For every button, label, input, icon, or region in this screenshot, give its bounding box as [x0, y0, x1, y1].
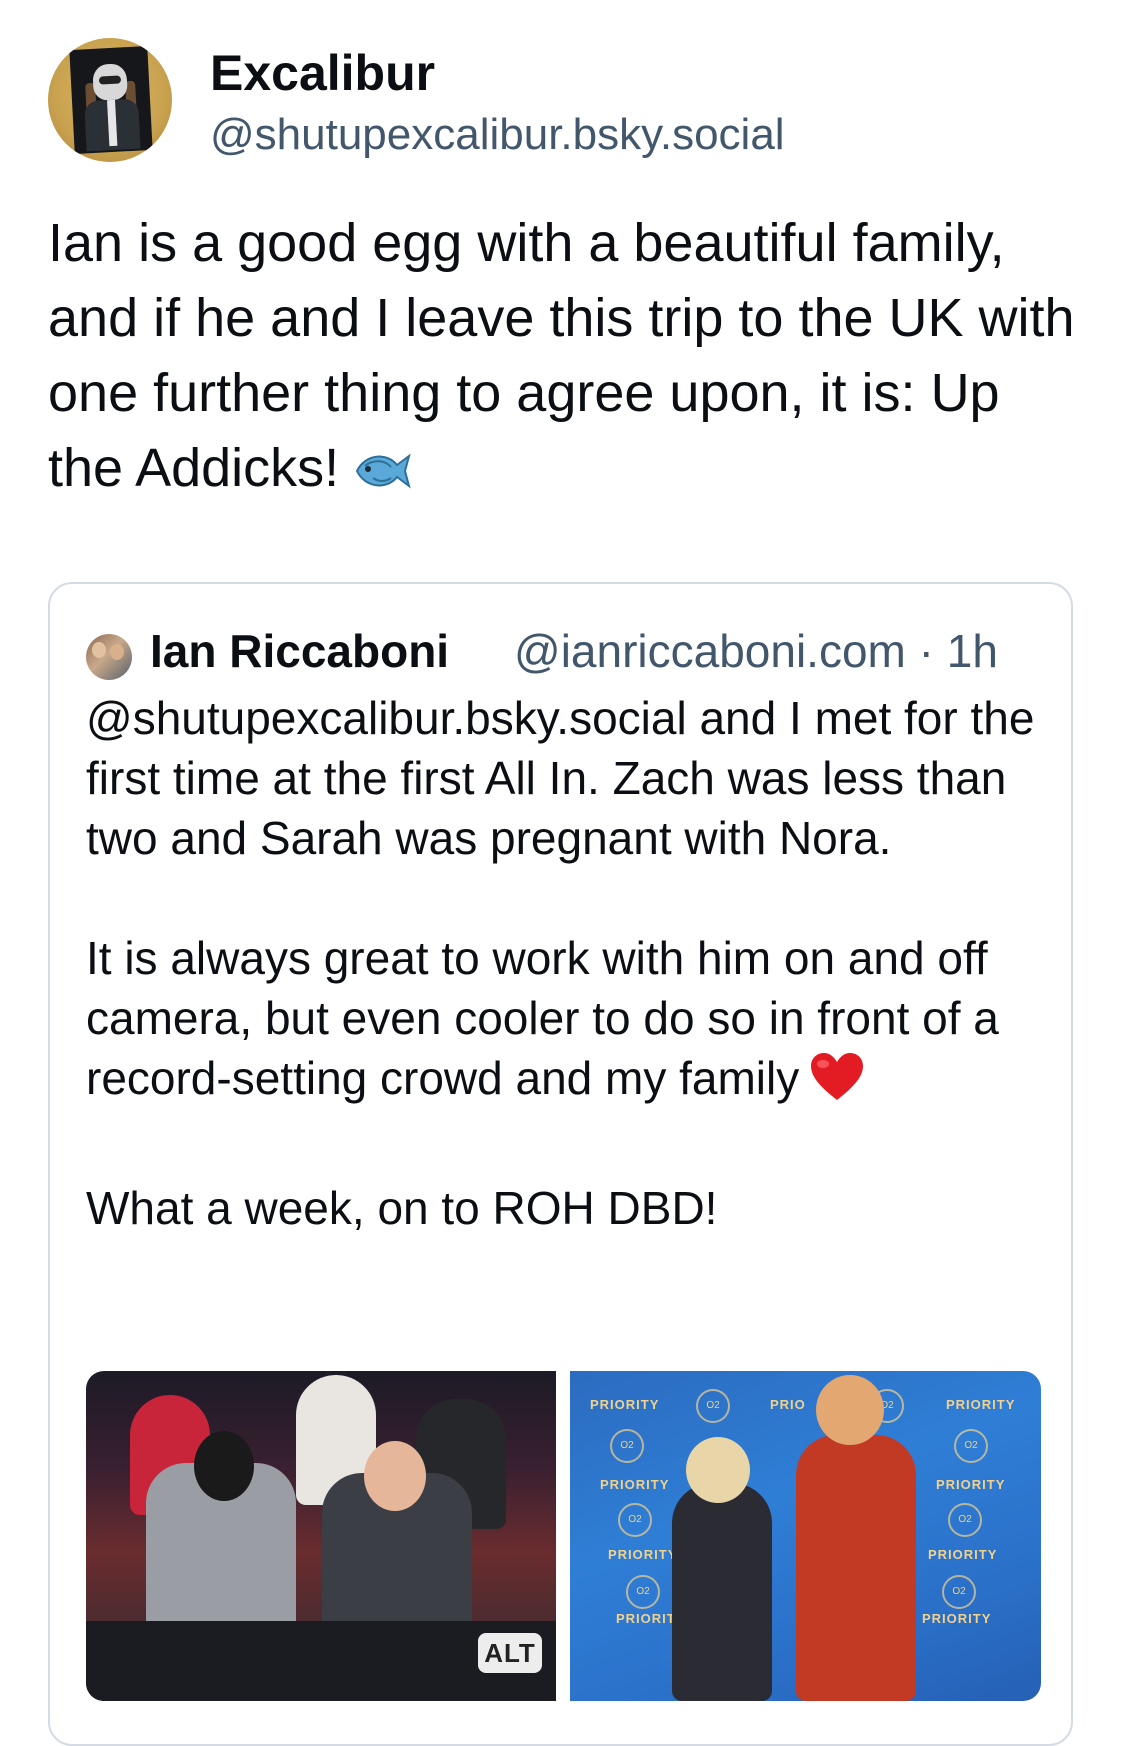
backdrop-text-9: PRIORITY — [922, 1611, 992, 1626]
post-body: Ian is a good egg with a beautiful famil… — [48, 206, 1088, 514]
quoted-post-time[interactable]: 1h — [947, 625, 998, 677]
photo-mask-head — [194, 1431, 254, 1501]
quoted-paragraph-3: What a week, on to ROH DBD! — [86, 1182, 718, 1234]
image-kids-backdrop[interactable]: PRIORITY PRIO PRIORITY PRIORITY PRIORITY… — [570, 1371, 1041, 1701]
photo-child-left — [672, 1483, 772, 1701]
backdrop-text-5: PRIORITY — [936, 1477, 1006, 1492]
quoted-author-handle[interactable]: @ianriccaboni.com — [514, 625, 906, 677]
photo-commentator-head — [364, 1441, 426, 1511]
backdrop-text-4: PRIORITY — [600, 1477, 670, 1492]
post-header: Excalibur @shutupexcalibur.bsky.social — [48, 38, 1078, 166]
quoted-author-meta: @ianriccaboni.com · 1h — [514, 624, 998, 678]
backdrop-text-3: PRIORITY — [946, 1397, 1016, 1412]
o2-logo-4: O2 — [954, 1429, 988, 1463]
backdrop-text-2: PRIO — [770, 1397, 806, 1412]
backdrop-text-1: PRIORITY — [590, 1397, 660, 1412]
quoted-post-images: ALT PRIORITY PRIO PRIORITY PRIORITY PRIO… — [86, 1371, 1041, 1701]
quoted-post-body: @shutupexcalibur.bsky.social and I met f… — [86, 688, 1046, 1238]
o2-logo-5: O2 — [618, 1503, 652, 1537]
o2-logo-8: O2 — [942, 1575, 976, 1609]
backdrop-text-7: PRIORITY — [928, 1547, 998, 1562]
photo-child-right-head — [816, 1375, 884, 1445]
author-name[interactable]: Excalibur — [210, 44, 435, 102]
backdrop-text-6: PRIORITY — [608, 1547, 678, 1562]
author-handle[interactable]: @shutupexcalibur.bsky.social — [210, 110, 785, 160]
quoted-paragraph-1: @shutupexcalibur.bsky.social and I met f… — [86, 692, 1035, 864]
alt-text-badge[interactable]: ALT — [478, 1633, 542, 1673]
quoted-post-header: Ian Riccaboni @ianriccaboni.com · 1h — [86, 624, 1046, 680]
photo-child-left-head — [686, 1437, 750, 1503]
o2-logo-7: O2 — [626, 1575, 660, 1609]
photo-child-right — [796, 1435, 916, 1701]
quoted-author-name[interactable]: Ian Riccaboni — [150, 624, 449, 678]
o2-logo-1: O2 — [696, 1389, 730, 1423]
o2-logo-3: O2 — [610, 1429, 644, 1463]
quoted-author-avatar[interactable] — [86, 634, 132, 680]
avatar-mask — [92, 63, 128, 101]
avatar-card-image — [69, 46, 153, 154]
post-text: Ian is a good egg with a beautiful famil… — [48, 213, 1075, 498]
fish-emoji-icon — [351, 439, 413, 514]
heart-emoji-icon — [809, 1052, 865, 1118]
author-avatar[interactable] — [48, 38, 172, 162]
o2-logo-6: O2 — [948, 1503, 982, 1537]
quoted-paragraph-2: It is always great to work with him on a… — [86, 928, 1046, 1118]
quoted-post-card[interactable]: Ian Riccaboni @ianriccaboni.com · 1h @sh… — [48, 582, 1073, 1746]
avatar-suit — [84, 98, 141, 152]
meta-separator: · — [918, 625, 934, 677]
image-commentary-desk[interactable]: ALT — [86, 1371, 556, 1701]
